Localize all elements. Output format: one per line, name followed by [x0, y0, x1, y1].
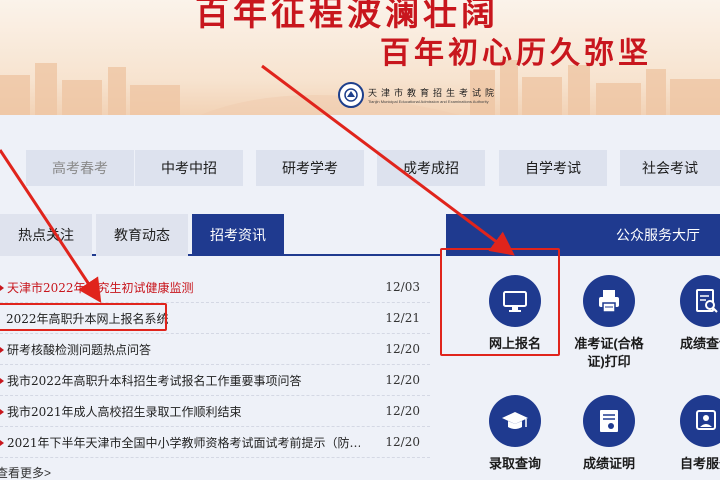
tab-admission-info[interactable]: 招考资讯	[192, 214, 284, 256]
news-title[interactable]: 我市2022年高职升本科招生考试报名工作重要事项问答	[7, 374, 302, 388]
news-date: 12/21	[385, 311, 420, 325]
news-list: 天津市2022年研究生初试健康监测 12/03 2022年高职升本网上报名系统 …	[0, 272, 430, 458]
news-title[interactable]: 天津市2022年研究生初试健康监测	[7, 281, 194, 295]
nav-item-gaokao[interactable]: 高考春考	[26, 150, 134, 186]
tab-hot[interactable]: 热点关注	[0, 214, 92, 256]
service-label: 准考证(合格证)打印	[574, 336, 644, 369]
list-item[interactable]: 我市2021年成人高校招生录取工作顺利结束 12/20	[0, 396, 430, 427]
service-score-query[interactable]: 成绩查询	[658, 275, 720, 353]
emblem-icon	[338, 82, 364, 108]
banner-slogan-bottom: 百年初心历久弥坚	[380, 36, 652, 71]
site-logo[interactable]: 天津市教育招生考试院 Tianjin Municipal Educational…	[338, 82, 498, 108]
nav-item-yankao[interactable]: 研考学考	[256, 150, 364, 186]
service-admission-query[interactable]: 录取查询	[467, 395, 563, 473]
service-ticket-print[interactable]: 准考证(合格证)打印	[561, 275, 657, 371]
bullet-icon	[0, 378, 4, 384]
list-item[interactable]: 天津市2022年研究生初试健康监测 12/03	[0, 272, 430, 303]
news-date: 12/20	[385, 435, 420, 449]
nav-item-shehui[interactable]: 社会考试	[620, 150, 720, 186]
news-date: 12/20	[385, 404, 420, 418]
list-item[interactable]: 我市2022年高职升本科招生考试报名工作重要事项问答 12/20	[0, 365, 430, 396]
news-title[interactable]: 研考核酸检测问题热点问答	[7, 343, 151, 357]
service-label: 成绩查询	[679, 336, 720, 351]
category-nav: 高考春考 中考中招 研考学考 成考成招 自学考试 社会考试	[0, 150, 720, 186]
nav-item-zixue[interactable]: 自学考试	[499, 150, 607, 186]
news-title[interactable]: 我市2021年成人高校招生录取工作顺利结束	[7, 405, 242, 419]
news-tabs: 热点关注 教育动态 招考资讯	[0, 214, 440, 256]
bullet-icon	[0, 440, 4, 446]
news-date: 12/20	[385, 342, 420, 356]
view-more-link[interactable]: 查看更多>	[0, 464, 51, 480]
graduation-cap-icon	[489, 395, 541, 447]
news-date: 12/03	[385, 280, 420, 294]
service-label: 录取查询	[488, 456, 541, 471]
printer-icon	[583, 275, 635, 327]
service-icon	[680, 395, 720, 447]
search-doc-icon	[680, 275, 720, 327]
news-date: 12/20	[385, 373, 420, 387]
nav-item-chengkao[interactable]: 成考成招	[377, 150, 485, 186]
bullet-icon	[0, 285, 4, 291]
certificate-icon	[583, 395, 635, 447]
annotation-box-news	[0, 303, 167, 331]
bullet-icon	[0, 347, 4, 353]
service-score-certificate[interactable]: 成绩证明	[561, 395, 657, 473]
bullet-icon	[0, 409, 4, 415]
logo-subtitle: Tianjin Municipal Educational Admission …	[368, 99, 489, 104]
annotation-box-registration	[440, 248, 560, 356]
service-label: 自考服务	[679, 456, 720, 471]
nav-item-zhongkao[interactable]: 中考中招	[135, 150, 243, 186]
news-title[interactable]: 2021年下半年天津市全国中小学教师资格考试面试考前提示（防…	[7, 436, 360, 450]
list-item[interactable]: 2021年下半年天津市全国中小学教师资格考试面试考前提示（防… 12/20	[0, 427, 430, 458]
header-banner: 百年征程波澜壮阔 百年初心历久弥坚 天津市教育招生考试院 Tianjin Mun…	[0, 0, 720, 115]
logo-title: 天津市教育招生考试院	[368, 89, 499, 99]
service-label: 成绩证明	[582, 456, 635, 471]
list-item[interactable]: 研考核酸检测问题热点问答 12/20	[0, 334, 430, 365]
tab-education-news[interactable]: 教育动态	[96, 214, 188, 256]
service-self-study[interactable]: 自考服务	[658, 395, 720, 473]
